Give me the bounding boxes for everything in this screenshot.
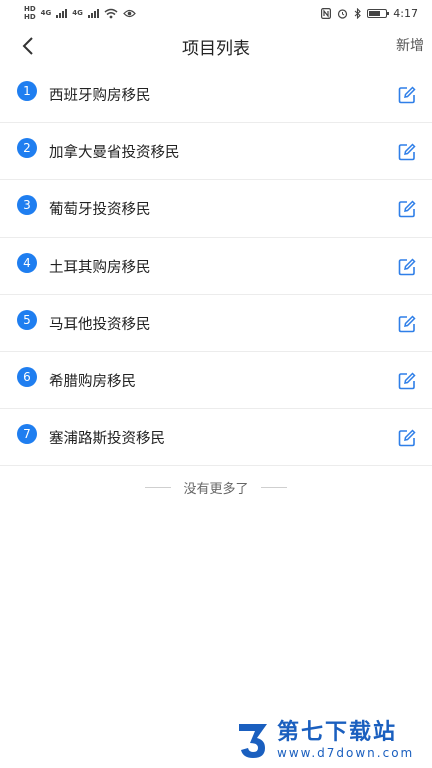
edit-pencil-icon[interactable]	[398, 258, 416, 276]
index-badge: 2	[17, 138, 37, 159]
back-button[interactable]	[14, 32, 42, 60]
wifi-icon	[104, 8, 118, 18]
project-name: 塞浦路斯投资移民	[49, 431, 165, 448]
status-bar: HD HD 4G 4G 4:17	[0, 0, 432, 26]
hd-label: HD	[24, 12, 36, 21]
project-name: 希腊购房移民	[49, 373, 136, 390]
signal-icon	[56, 8, 68, 18]
no-more-text: 没有更多了	[183, 482, 249, 497]
project-name: 加拿大曼省投资移民	[49, 145, 180, 162]
watermark-url: www.d7down.com	[277, 745, 415, 760]
divider	[145, 487, 172, 488]
network-badges: HD HD	[24, 4, 36, 21]
list-item[interactable]: 5 马耳他投资移民	[0, 295, 432, 352]
project-name: 葡萄牙投资移民	[49, 202, 151, 219]
list-item[interactable]: 6 希腊购房移民	[0, 352, 432, 410]
index-badge: 4	[17, 252, 37, 273]
divider	[260, 487, 287, 488]
network-type-label: 4G	[40, 8, 52, 17]
edit-pencil-icon[interactable]	[398, 372, 416, 390]
project-name: 马耳他投资移民	[49, 316, 151, 333]
network-type-label: 4G	[72, 8, 83, 17]
alarm-icon	[338, 8, 348, 19]
nfc-icon	[321, 7, 332, 19]
index-badge: 7	[17, 424, 37, 445]
watermark: 第七下载站 www.d7down.com	[235, 717, 425, 763]
bluetooth-icon	[354, 7, 362, 19]
signal-icon	[87, 8, 99, 18]
edit-pencil-icon[interactable]	[398, 200, 416, 218]
list-item[interactable]: 7 塞浦路斯投资移民	[0, 409, 432, 467]
project-name: 西班牙购房移民	[49, 88, 151, 104]
edit-pencil-icon[interactable]	[398, 143, 416, 161]
watermark-logo-icon	[239, 724, 267, 758]
edit-pencil-icon[interactable]	[398, 429, 416, 447]
project-name: 土耳其购房移民	[49, 259, 151, 276]
watermark-title: 第七下载站	[277, 719, 398, 745]
status-time: 4:17	[393, 6, 418, 20]
list-item[interactable]: 4 土耳其购房移民	[0, 238, 432, 295]
status-right: 4:17	[321, 7, 418, 20]
page-title: 项目列表	[182, 38, 250, 59]
edit-pencil-icon[interactable]	[398, 86, 416, 104]
project-list: 1 西班牙购房移民 2 加拿大曼省投资移民 3 葡萄牙投资移民 4 土耳其购房移…	[0, 66, 432, 467]
list-item[interactable]: 3 葡萄牙投资移民	[0, 180, 432, 238]
hd-label: HD	[24, 4, 36, 13]
list-item[interactable]: 1 西班牙购房移民	[0, 66, 432, 124]
nav-bar: 项目列表 新增	[0, 26, 432, 66]
index-badge: 1	[17, 81, 37, 101]
battery-icon	[367, 8, 390, 18]
watermark-text: 第七下载站 www.d7down.com	[277, 719, 415, 760]
add-project-button[interactable]: 新增	[396, 35, 424, 55]
no-more-indicator: 没有更多了	[0, 478, 432, 497]
edit-pencil-icon[interactable]	[398, 315, 416, 333]
chevron-left-icon	[22, 37, 33, 55]
index-badge: 5	[17, 309, 37, 330]
index-badge: 3	[17, 195, 37, 216]
list-item[interactable]: 2 加拿大曼省投资移民	[0, 123, 432, 181]
index-badge: 6	[17, 366, 37, 387]
eye-icon	[123, 9, 136, 17]
status-left: HD HD 4G 4G	[24, 4, 136, 21]
